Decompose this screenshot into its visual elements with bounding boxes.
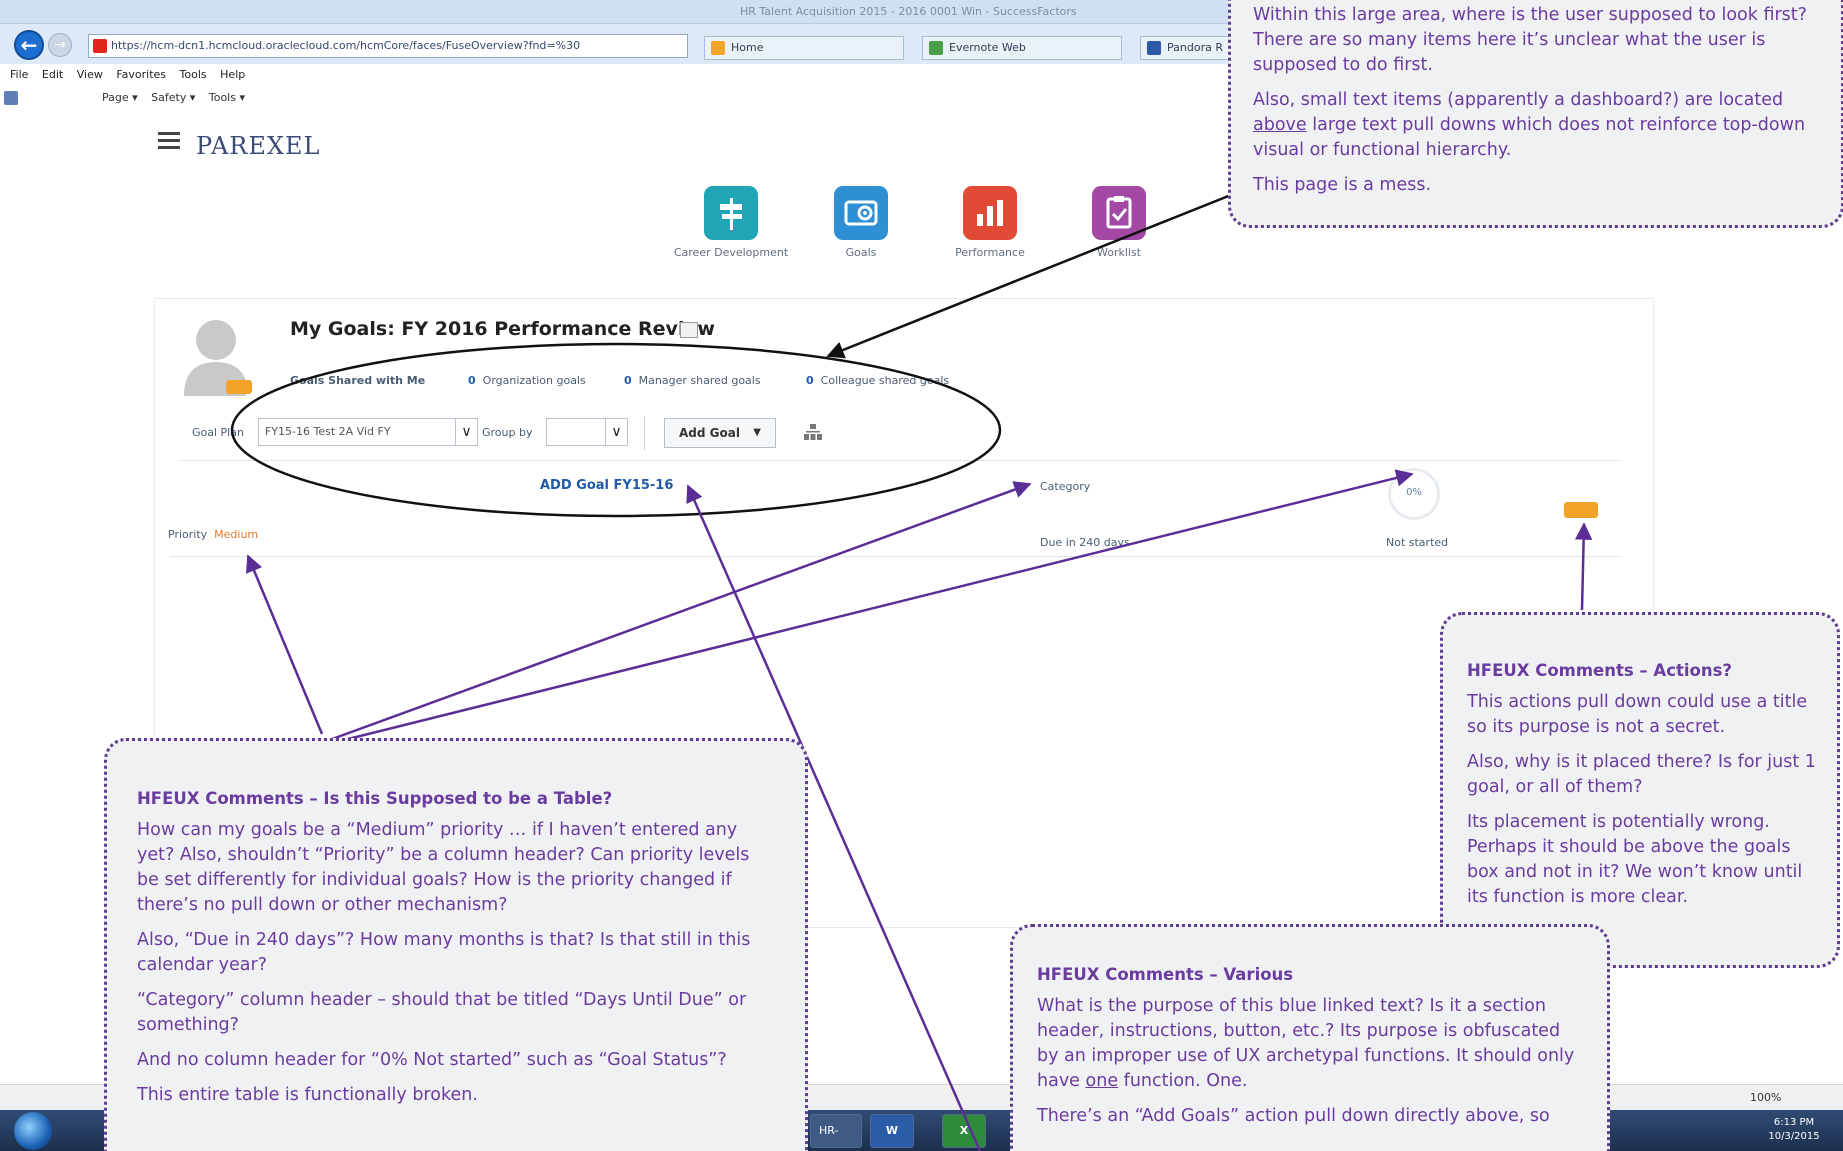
annotation-paragraph: What is the purpose of this blue linked … bbox=[1037, 994, 1585, 1094]
underlined-word: one bbox=[1085, 1071, 1119, 1091]
annotation-title: HFEUX Comments – Actions? bbox=[1467, 661, 1732, 680]
annotation-paragraph: There’s an “Add Goals” action pull down … bbox=[1037, 1106, 1550, 1126]
underlined-word: above bbox=[1253, 115, 1307, 135]
annotation-various: HFEUX Comments – Various What is the pur… bbox=[1010, 924, 1610, 1151]
annotation-paragraph: This entire table is functionally broken… bbox=[137, 1085, 478, 1105]
arrow-percent bbox=[327, 469, 1414, 746]
annotation-paragraph: This actions pull down could use a title… bbox=[1467, 692, 1808, 737]
text-run: Also, small text items (apparently a das… bbox=[1253, 90, 1784, 110]
annotation-table: HFEUX Comments – Is this Supposed to be … bbox=[104, 738, 808, 1151]
annotation-paragraph: This page is a mess. bbox=[1253, 175, 1432, 195]
annotation-top: Within this large area, where is the use… bbox=[1228, 0, 1843, 228]
annotation-paragraph: And no column header for “0% Not started… bbox=[137, 1050, 727, 1070]
annotation-title: HFEUX Comments – Various bbox=[1037, 965, 1294, 984]
text-run: function. One. bbox=[1118, 1071, 1248, 1091]
arrow-category bbox=[323, 481, 1032, 744]
text-run: large text pull downs which does not rei… bbox=[1253, 115, 1806, 160]
highlight-ellipse bbox=[230, 342, 1002, 518]
annotation-title: HFEUX Comments – Is this Supposed to be … bbox=[137, 789, 613, 808]
annotation-paragraph: Also, why is it placed there? Is for jus… bbox=[1467, 752, 1816, 797]
annotation-paragraph: “Category” column header – should that b… bbox=[137, 990, 747, 1035]
annotation-paragraph: Within this large area, where is the use… bbox=[1253, 5, 1807, 75]
arrow-priority bbox=[245, 554, 324, 735]
annotation-paragraph: Also, small text items (apparently a das… bbox=[1253, 88, 1823, 163]
screenshot-root: HR Talent Acquisition 2015 - 2016 0001 W… bbox=[0, 0, 1843, 1151]
arrow-top bbox=[826, 191, 1237, 359]
annotation-paragraph: How can my goals be a “Medium” priority … bbox=[137, 820, 750, 915]
annotation-paragraph: Its placement is potentially wrong. Perh… bbox=[1467, 812, 1803, 907]
arrow-actions bbox=[1574, 522, 1593, 611]
annotation-actions: HFEUX Comments – Actions? This actions p… bbox=[1440, 612, 1840, 968]
annotation-paragraph: Also, “Due in 240 days”? How many months… bbox=[137, 930, 751, 975]
